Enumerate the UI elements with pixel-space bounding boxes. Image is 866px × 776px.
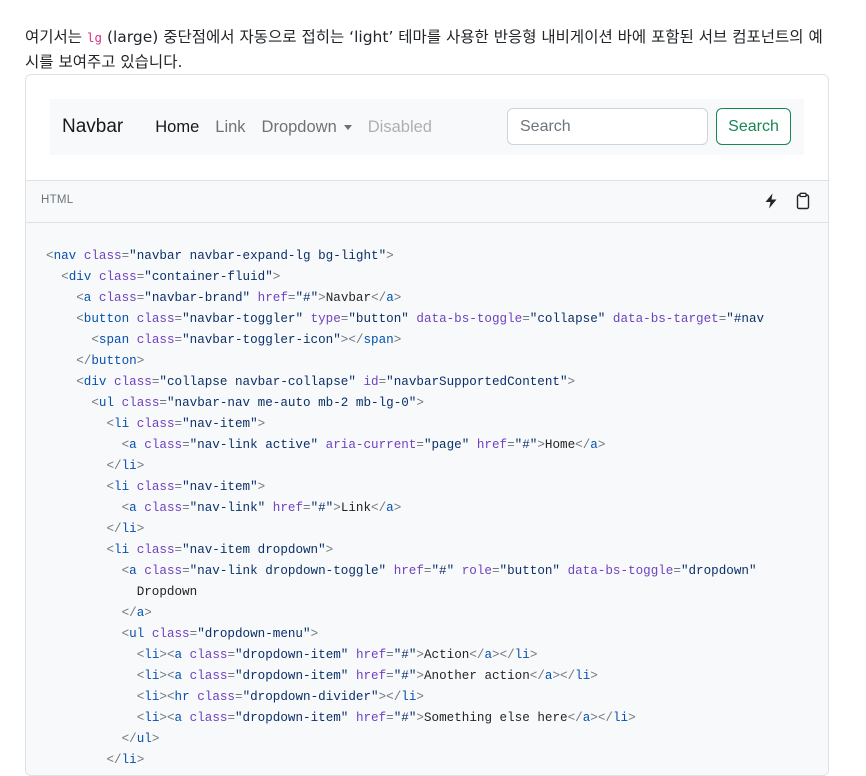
search-button[interactable]: Search — [716, 108, 791, 145]
code-line: <li><a class="dropdown-item" href="#">Ac… — [136, 648, 538, 662]
lightning-icon[interactable] — [762, 192, 780, 210]
navbar: Navbar Home Link Dropdown Disabled Searc… — [50, 99, 804, 155]
code-line: </li> — [106, 459, 145, 473]
code-line: <a class="nav-link" href="#">Link</a> — [121, 501, 402, 515]
clipboard-icon[interactable] — [794, 192, 812, 210]
search-input[interactable] — [507, 108, 708, 145]
code-line: <li><hr class="dropdown-divider"></li> — [136, 690, 424, 704]
code-line: </a> — [121, 606, 152, 620]
navbar-brand[interactable]: Navbar — [62, 116, 123, 138]
example-box: Navbar Home Link Dropdown Disabled Searc… — [25, 74, 829, 776]
code-line: <li><a class="dropdown-item" href="#">An… — [136, 669, 598, 683]
code-line: <li class="nav-item dropdown"> — [106, 543, 334, 557]
example-preview: Navbar Home Link Dropdown Disabled Searc… — [26, 75, 828, 180]
code-line: <div class="container-fluid"> — [61, 270, 281, 284]
nav-item-dropdown: Dropdown — [254, 118, 360, 137]
nav-item: Home — [147, 118, 207, 137]
code-line: <li><a class="dropdown-item" href="#">So… — [136, 711, 636, 725]
nav-link-link[interactable]: Link — [207, 118, 253, 137]
dropdown-label: Dropdown — [261, 117, 337, 136]
intro-paragraph: 여기서는 lg (large) 중단점에서 자동으로 접히는 ‘light’ 테… — [25, 25, 835, 75]
code-line: <ul class="navbar-nav me-auto mb-2 mb-lg… — [91, 396, 424, 410]
code-line: <div class="collapse navbar-collapse" id… — [76, 375, 576, 389]
nav-list: Home Link Dropdown Disabled — [147, 118, 440, 137]
intro-text-before: 여기서는 — [25, 27, 87, 46]
code-line: </li> — [106, 522, 145, 536]
code-line: <li class="nav-item"> — [106, 417, 266, 431]
code-language-label: HTML — [41, 194, 74, 206]
code-line: Dropdown — [46, 585, 198, 599]
code-line: <span class="navbar-toggler-icon"></span… — [91, 333, 402, 347]
caret-down-icon — [343, 124, 352, 130]
code-line: <a class="nav-link dropdown-toggle" href… — [121, 564, 757, 578]
code-line: </li> — [106, 753, 145, 767]
code-line: </button> — [76, 354, 145, 368]
intro-text-after: (large) 중단점에서 자동으로 접히는 ‘light’ 테마를 사용한 반… — [25, 27, 823, 71]
code-line: <a class="nav-link active" aria-current=… — [121, 438, 606, 452]
nav-item: Link — [207, 118, 253, 137]
code-line: <ul class="dropdown-menu"> — [121, 627, 319, 641]
code-line: <a class="navbar-brand" href="#">Navbar<… — [76, 291, 402, 305]
nav-link-dropdown[interactable]: Dropdown — [254, 118, 360, 137]
nav-item: Disabled — [360, 118, 440, 137]
search-form: Search — [507, 108, 791, 145]
intro-code: lg — [86, 29, 103, 45]
code-line: <li class="nav-item"> — [106, 480, 266, 494]
code-line: <button class="navbar-toggler" type="but… — [76, 312, 765, 326]
code-lines: <nav class="navbar navbar-expand-lg bg-l… — [46, 246, 764, 771]
code-line: <nav class="navbar navbar-expand-lg bg-l… — [46, 249, 394, 263]
code-line: </ul> — [121, 732, 160, 746]
code-header: HTML — [26, 180, 828, 223]
nav-link-disabled: Disabled — [367, 117, 432, 136]
nav-link-home[interactable]: Home — [147, 118, 207, 137]
code-snippet: <nav class="navbar navbar-expand-lg bg-l… — [46, 246, 764, 771]
code-body: <nav class="navbar navbar-expand-lg bg-l… — [26, 223, 828, 775]
